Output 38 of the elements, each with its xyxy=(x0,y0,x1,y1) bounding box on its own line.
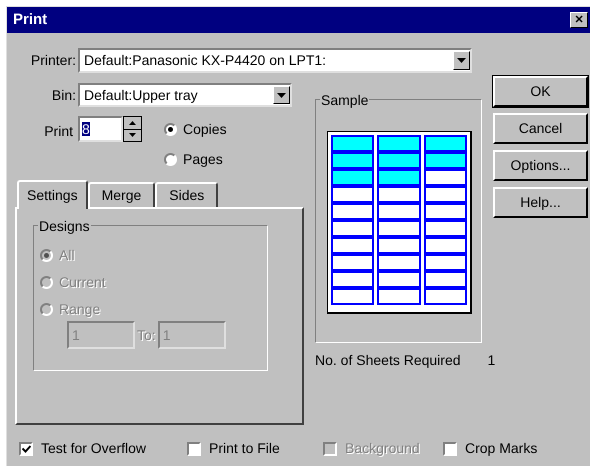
to-label: To: xyxy=(137,326,156,344)
tab[interactable]: Sides xyxy=(155,182,218,207)
radio-label: Pages xyxy=(183,150,223,169)
bin-dropdown[interactable]: Default:Upper tray xyxy=(78,83,292,107)
tab[interactable]: Merge xyxy=(88,182,156,207)
radio-button[interactable] xyxy=(164,122,177,136)
field-value: 1 xyxy=(72,326,80,344)
field-value: 1 xyxy=(162,326,170,344)
dialog-button[interactable]: Cancel xyxy=(493,113,588,144)
checkbox[interactable] xyxy=(443,442,457,456)
printer-label: Printer: xyxy=(30,51,77,70)
checkbox-label: Crop Marks xyxy=(465,439,538,458)
checkbox-label: Background xyxy=(345,439,420,458)
checkbox-label: Print to File xyxy=(209,439,280,458)
sheets-required-value: 1 xyxy=(488,351,496,370)
copies-value: 8 xyxy=(82,122,90,136)
bin-value: Default:Upper tray xyxy=(83,86,198,105)
radio-label: All xyxy=(59,246,75,264)
tab[interactable]: Settings xyxy=(17,180,88,209)
radio-label: Current xyxy=(59,272,106,292)
print-label: Print xyxy=(43,122,73,139)
radio-label: Range xyxy=(59,300,100,319)
dialog-button[interactable]: Help... xyxy=(493,187,588,218)
dialog-button[interactable]: Options... xyxy=(493,150,588,181)
checkbox-label: Test for Overflow xyxy=(41,439,146,458)
radio-label: Copies xyxy=(183,120,227,139)
spin-buttons[interactable] xyxy=(123,116,142,142)
sheets-required-label: No. of Sheets Required xyxy=(315,351,461,370)
window-title: Print xyxy=(13,10,48,30)
close-button[interactable]: ✕ xyxy=(570,12,588,28)
dialog-button[interactable]: OK xyxy=(493,76,588,107)
printer-value: Default:Panasonic KX-P4420 on LPT1: xyxy=(83,51,326,70)
checkbox[interactable] xyxy=(19,442,33,456)
radio-button[interactable] xyxy=(164,152,177,166)
checkbox[interactable] xyxy=(187,442,201,456)
printer-dropdown[interactable]: Default:Panasonic KX-P4420 on LPT1: xyxy=(78,48,472,73)
copies-field[interactable]: 8 xyxy=(78,116,123,142)
bin-label: Bin: xyxy=(50,86,77,104)
